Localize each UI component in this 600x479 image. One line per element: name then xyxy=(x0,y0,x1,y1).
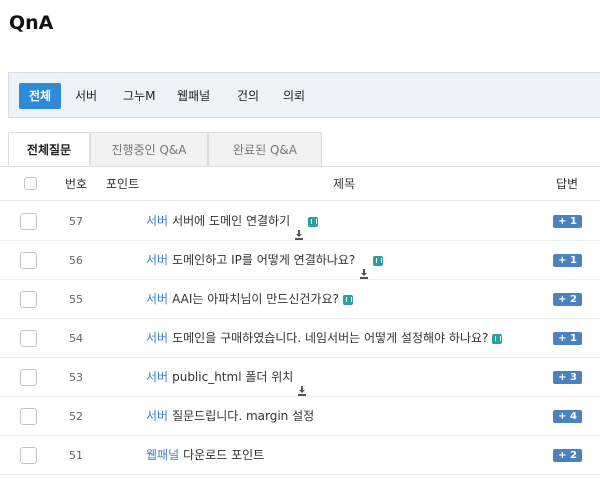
row-category-link[interactable]: 서버 xyxy=(146,292,168,306)
row-title-link[interactable]: AAI는 아파치님이 만드신건가요? xyxy=(172,292,339,306)
answer-count-badge: + 1 xyxy=(553,215,582,228)
row-title-cell[interactable]: 서버 도메인하고 IP를 어떻게 연결하나요? xyxy=(146,241,384,280)
row-title-cell[interactable]: 서버 서버에 도메인 연결하기 xyxy=(146,202,319,241)
row-category-link[interactable]: 서버 xyxy=(146,331,168,345)
row-number: 54 xyxy=(69,332,83,345)
row-title-cell[interactable]: 서버 질문드립니다. margin 설정 xyxy=(146,397,314,436)
row-title-link[interactable]: 도메인을 구매하였습니다. 네임서버는 어떻게 설정해야 하나요? xyxy=(172,331,488,345)
row-checkbox[interactable] xyxy=(20,213,37,230)
column-answers: 답변 xyxy=(556,177,579,191)
comment-icon xyxy=(308,216,319,227)
comment-icon xyxy=(492,333,503,344)
row-checkbox[interactable] xyxy=(20,408,37,425)
row-title-link[interactable]: 서버에 도메인 연결하기 xyxy=(172,214,290,228)
category-server[interactable]: 서버 xyxy=(75,83,97,109)
page-title: QnA xyxy=(9,12,54,34)
row-title-link[interactable]: public_html 폴더 위치 xyxy=(172,370,293,384)
row-checkbox[interactable] xyxy=(20,291,37,308)
table-row[interactable]: 51 웹패널 다운로드 포인트 + 2 xyxy=(0,436,600,475)
table-row[interactable]: 57 서버 서버에 도메인 연결하기 + 1 xyxy=(0,202,600,241)
answer-count-badge: + 3 xyxy=(553,371,582,384)
answer-count-badge: + 2 xyxy=(553,449,582,462)
category-bar: 전체 서버 그누M 웹패널 건의 의뢰 xyxy=(8,72,600,118)
category-suggestion[interactable]: 건의 xyxy=(237,83,259,109)
row-category-link[interactable]: 웹패널 xyxy=(146,448,179,462)
row-title-link[interactable]: 도메인하고 IP를 어떻게 연결하나요? xyxy=(172,253,355,267)
table-row[interactable]: 56 서버 도메인하고 IP를 어떻게 연결하나요? + 1 xyxy=(0,241,600,280)
download-icon xyxy=(359,256,369,279)
row-number: 53 xyxy=(69,371,83,384)
row-checkbox[interactable] xyxy=(20,252,37,269)
table-row[interactable]: 54 서버 도메인을 구매하였습니다. 네임서버는 어떻게 설정해야 하나요? + 1 xyxy=(0,319,600,358)
row-title-link[interactable]: 다운로드 포인트 xyxy=(183,448,264,462)
answer-count-badge: + 1 xyxy=(553,332,582,345)
row-checkbox[interactable] xyxy=(20,447,37,464)
row-category-link[interactable]: 서버 xyxy=(146,214,168,228)
comment-icon xyxy=(342,294,353,305)
row-checkbox[interactable] xyxy=(20,330,37,347)
category-request[interactable]: 의뢰 xyxy=(283,83,305,109)
row-number: 52 xyxy=(69,410,83,423)
answer-count-badge: + 1 xyxy=(553,254,582,267)
table-row[interactable]: 55 서버 AAI는 아파치님이 만드신건가요? + 2 xyxy=(0,280,600,319)
download-icon xyxy=(297,373,307,396)
row-checkbox[interactable] xyxy=(20,369,37,386)
answer-count-badge: + 2 xyxy=(553,293,582,306)
row-title-cell[interactable]: 서버 AAI는 아파치님이 만드신건가요? xyxy=(146,280,353,319)
table-row[interactable]: 53 서버 public_html 폴더 위치 + 3 xyxy=(0,358,600,397)
tab-all-questions[interactable]: 전체질문 xyxy=(8,132,90,166)
select-all-checkbox[interactable] xyxy=(24,177,37,190)
table-row[interactable]: 52 서버 질문드립니다. margin 설정 + 4 xyxy=(0,397,600,436)
row-title-cell[interactable]: 서버 public_html 폴더 위치 xyxy=(146,358,307,397)
row-number: 51 xyxy=(69,449,83,462)
row-title-link[interactable]: 질문드립니다. margin 설정 xyxy=(172,409,314,423)
download-icon xyxy=(294,217,304,240)
answer-count-badge: + 4 xyxy=(553,410,582,423)
category-all[interactable]: 전체 xyxy=(19,83,62,109)
tab-completed[interactable]: 완료된 Q&A xyxy=(208,132,322,166)
row-category-link[interactable]: 서버 xyxy=(146,370,168,384)
row-category-link[interactable]: 서버 xyxy=(146,409,168,423)
row-category-link[interactable]: 서버 xyxy=(146,253,168,267)
category-gnum[interactable]: 그누M xyxy=(123,83,155,109)
row-title-cell[interactable]: 서버 도메인을 구매하였습니다. 네임서버는 어떻게 설정해야 하나요? xyxy=(146,319,503,358)
category-webpanel[interactable]: 웹패널 xyxy=(177,83,210,109)
table-header: 번호 포인트 제목 답변 xyxy=(0,167,600,201)
column-number: 번호 xyxy=(65,177,88,191)
row-number: 56 xyxy=(69,254,83,267)
row-number: 55 xyxy=(69,293,83,306)
column-points: 포인트 xyxy=(106,177,140,191)
tab-in-progress[interactable]: 진행중인 Q&A xyxy=(90,132,208,166)
comment-icon xyxy=(373,255,384,266)
row-title-cell[interactable]: 웹패널 다운로드 포인트 xyxy=(146,436,264,475)
row-number: 57 xyxy=(69,215,83,228)
column-subject: 제목 xyxy=(333,177,356,191)
